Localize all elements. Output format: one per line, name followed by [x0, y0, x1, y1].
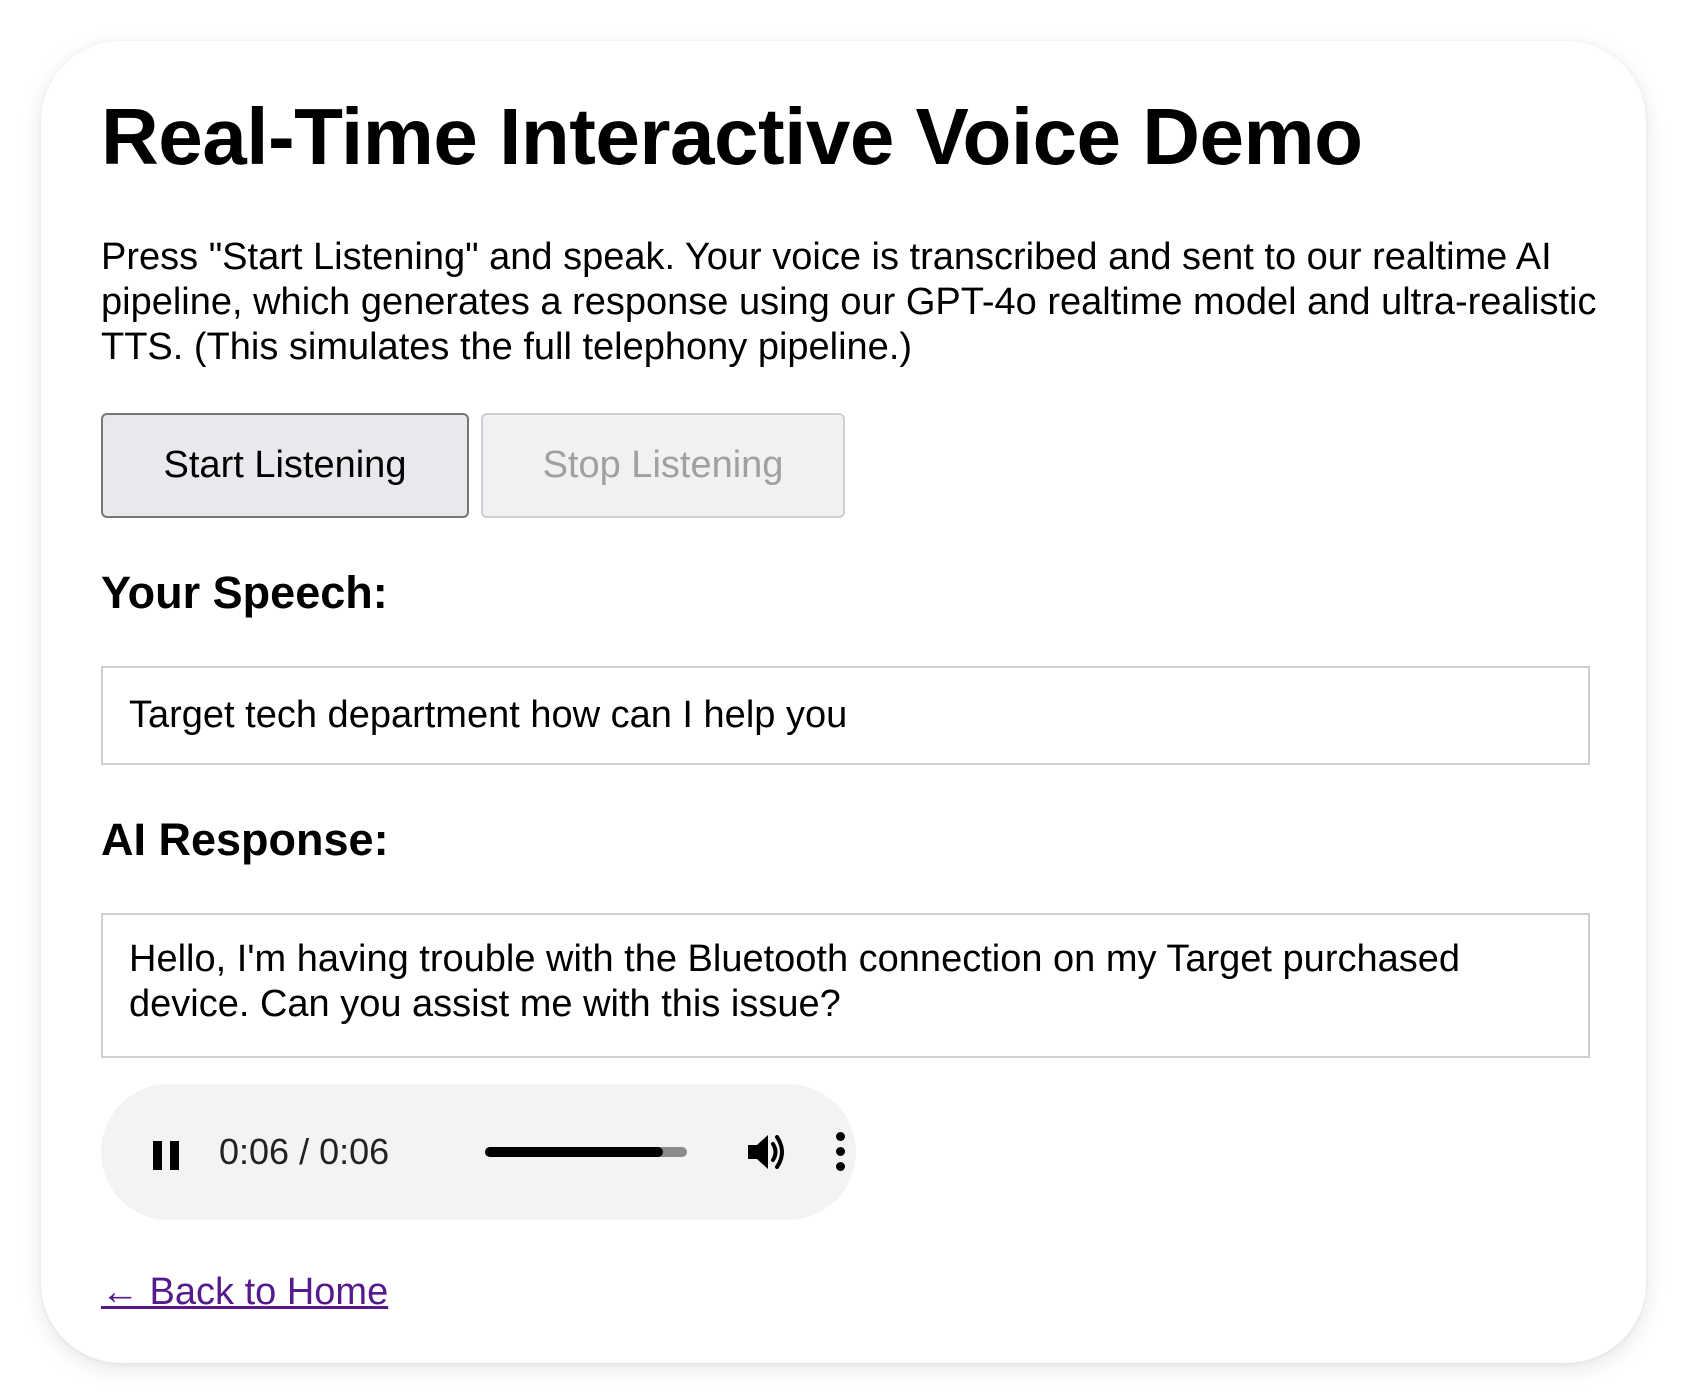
listening-controls: Start Listening Stop Listening [101, 413, 1586, 518]
volume-icon[interactable] [746, 1132, 788, 1172]
response-heading: AI Response: [101, 814, 389, 865]
start-listening-button[interactable]: Start Listening [101, 413, 469, 518]
audio-player: 0:06 / 0:06 [101, 1084, 856, 1220]
audio-progress-fill [485, 1147, 663, 1157]
pause-icon[interactable] [151, 1132, 181, 1172]
more-options-icon[interactable] [836, 1130, 846, 1174]
audio-progress-bar[interactable] [485, 1147, 687, 1157]
stop-listening-button[interactable]: Stop Listening [481, 413, 845, 518]
speech-heading: Your Speech: [101, 567, 388, 618]
speech-transcript: Target tech department how can I help yo… [101, 666, 1590, 765]
page-title: Real-Time Interactive Voice Demo [101, 92, 1363, 181]
ai-response-text: Hello, I'm having trouble with the Bluet… [101, 913, 1590, 1058]
audio-time-display: 0:06 / 0:06 [219, 1131, 390, 1172]
page-description: Press "Start Listening" and speak. Your … [101, 236, 1597, 368]
demo-card: Real-Time Interactive Voice Demo Press "… [41, 41, 1646, 1363]
back-to-home-link[interactable]: ← Back to Home [101, 1270, 388, 1314]
